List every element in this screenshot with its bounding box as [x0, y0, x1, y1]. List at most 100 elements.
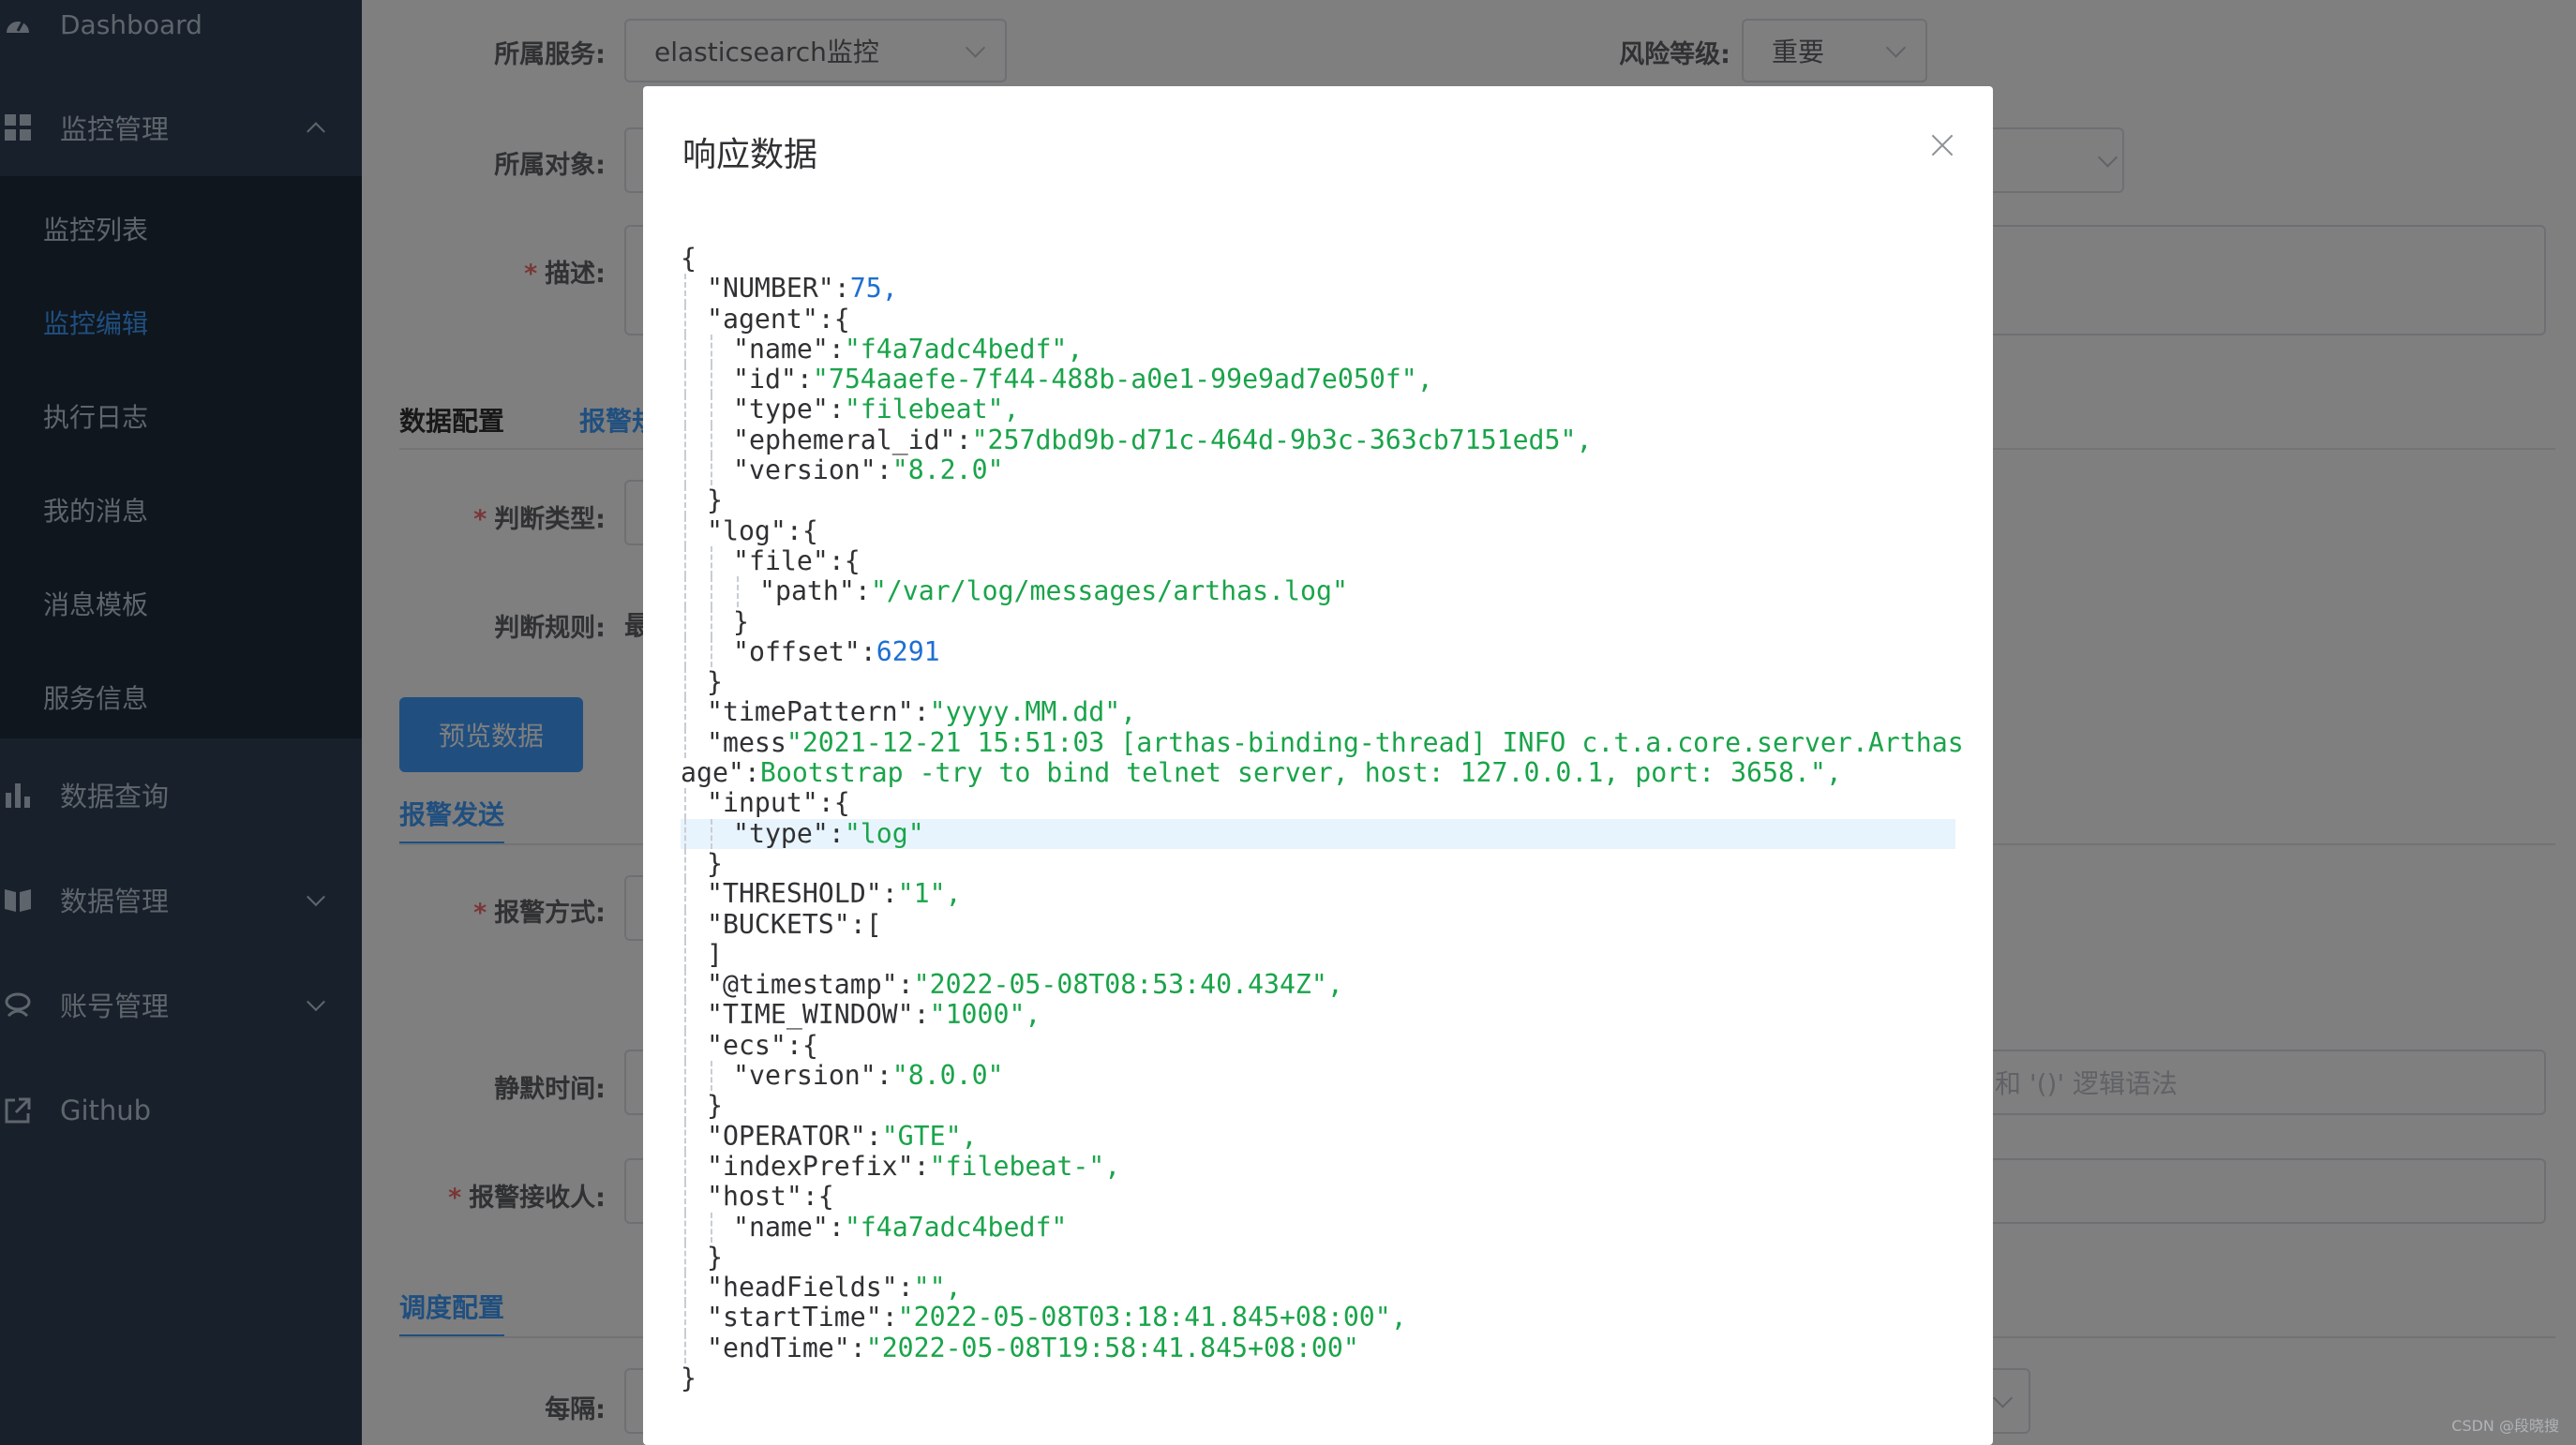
json-line: "version":"8.2.0" [681, 454, 1955, 486]
json-key: "name" [733, 1211, 829, 1243]
json-line-content: "type":"log" [733, 817, 924, 849]
json-line: "@timestamp":"2022-05-08T08:53:40.434Z", [681, 969, 1955, 1001]
json-punct: } [707, 666, 723, 698]
json-string: "754aaefe-7f44-488b-a0e1-99e9ad7e050f", [812, 364, 1433, 395]
json-line-content: "path":"/var/log/messages/arthas.log" [759, 576, 1348, 606]
json-line: "id":"754aaefe-7f44-488b-a0e1-99e9ad7e05… [681, 365, 1955, 395]
json-punct: } [707, 484, 723, 516]
json-punct: :{ [786, 1029, 818, 1061]
indent-guide [684, 455, 686, 486]
json-string: "1000", [929, 999, 1041, 1031]
json-line: } [681, 1091, 1955, 1122]
json-key: "input" [707, 787, 818, 819]
json-string: "yyyy.MM.dd", [929, 696, 1137, 728]
json-key: "path" [759, 575, 855, 607]
json-line-content: "id":"754aaefe-7f44-488b-a0e1-99e9ad7e05… [733, 365, 1433, 395]
json-punct: : [913, 1150, 930, 1182]
json-line: "input":{ [681, 787, 1955, 819]
json-line-content: "offset":6291 [733, 635, 940, 667]
close-icon[interactable] [1924, 127, 1961, 165]
json-punct: : [796, 364, 813, 395]
json-key: "endTime" [707, 1332, 850, 1363]
indent-guide [711, 1212, 712, 1243]
json-key: "timePattern" [707, 696, 914, 728]
json-line-content: "BUCKETS":[ [707, 909, 882, 940]
indent-guide [684, 334, 686, 365]
json-key: "agent" [707, 303, 818, 335]
indent-guide [684, 697, 686, 728]
indent-guide [711, 606, 712, 637]
json-line-content: "timePattern":"yyyy.MM.dd", [707, 697, 1136, 727]
json-line-content: "ecs":{ [707, 1029, 818, 1061]
indent-guide [684, 909, 686, 940]
json-line-content: "startTime":"2022-05-08T03:18:41.845+08:… [707, 1303, 1407, 1333]
json-line: { [681, 243, 1955, 274]
json-key: "type" [733, 394, 829, 425]
json-punct: : [876, 454, 892, 486]
json-line: "endTime":"2022-05-08T19:58:41.845+08:00… [681, 1333, 1955, 1363]
json-line: "ecs":{ [681, 1029, 1955, 1062]
json-line: "file":{ [681, 545, 1955, 577]
json-line-content: "@timestamp":"2022-05-08T08:53:40.434Z", [707, 969, 1343, 1001]
json-key: "id" [733, 364, 797, 395]
json-key: age" [681, 757, 744, 789]
json-line: "mess"2021-12-21 15:51:03 [arthas-bindin… [681, 726, 1964, 759]
indent-guide [684, 395, 686, 425]
json-key: "headFields" [707, 1272, 898, 1303]
indent-guide [684, 576, 686, 607]
json-punct: : [881, 1302, 898, 1333]
json-punct: : [897, 969, 914, 1001]
indent-guide [684, 1000, 686, 1031]
json-line: "log":{ [681, 515, 1955, 546]
json-key: "host" [707, 1181, 802, 1213]
json-key: "THRESHOLD" [707, 878, 882, 910]
json-line: "BUCKETS":[ [681, 909, 1955, 940]
json-line-content: } [707, 667, 723, 697]
json-punct: : [897, 1272, 914, 1303]
indent-guide [711, 636, 712, 668]
json-key: "mess [707, 726, 786, 758]
json-number: , [881, 273, 898, 305]
json-string: "1", [897, 878, 962, 910]
json-line: "agent":{ [681, 303, 1955, 335]
indent-guide [684, 939, 686, 971]
json-line-content: "name":"f4a7adc4bedf" [733, 1211, 1067, 1243]
json-punct: } [707, 1241, 723, 1273]
json-string: "2022-05-08T03:18:41.845+08:00", [897, 1302, 1407, 1333]
json-line: "name":"f4a7adc4bedf" [681, 1211, 1955, 1243]
json-line: "THRESHOLD":"1", [681, 878, 1955, 910]
indent-guide [711, 545, 712, 577]
indent-guide [684, 1273, 686, 1303]
json-string: "2022-05-08T08:53:40.434Z", [913, 969, 1343, 1001]
indent-guide [684, 970, 686, 1001]
json-punct: :{ [817, 303, 850, 335]
json-line: "headFields":"", [681, 1272, 1955, 1303]
json-line-content: "version":"8.2.0" [733, 454, 1004, 486]
json-viewer: {"NUMBER":75, "agent":{"name":"f4a7adc4be… [681, 243, 1964, 1393]
indent-guide [684, 667, 686, 698]
indent-guide [684, 1303, 686, 1333]
json-line: "TIME_WINDOW":"1000", [681, 999, 1955, 1031]
json-key: "offset" [733, 635, 861, 667]
json-punct: : [828, 1211, 845, 1243]
json-string: "f4a7adc4bedf", [844, 333, 1084, 365]
json-line: } [681, 484, 1955, 516]
json-line-content: } [707, 1091, 723, 1121]
response-data-dialog: 响应数据 {"NUMBER":75, "agent":{"name":"f4a7a… [643, 86, 1993, 1445]
json-string: "2021-12-21 15:51:03 [arthas-binding-thr… [786, 726, 1964, 758]
json-punct: } [707, 847, 723, 879]
json-key: "ephemeral_id" [733, 424, 956, 455]
json-string: Bootstrap -try to bind telnet server, ho… [759, 757, 1842, 789]
json-punct: : [881, 878, 898, 910]
indent-guide [684, 1242, 686, 1274]
json-line-content: "agent":{ [707, 303, 850, 335]
json-line-content: "log":{ [707, 515, 818, 546]
json-punct: ] [707, 938, 723, 970]
json-string: "257dbd9b-d71c-464d-9b3c-363cb7151ed5", [971, 424, 1593, 455]
json-line: } [681, 606, 1955, 637]
json-string: "log" [844, 817, 924, 849]
indent-guide [684, 515, 686, 546]
json-key: "TIME_WINDOW" [707, 999, 914, 1031]
indent-guide [737, 576, 739, 607]
indent-guide [684, 1151, 686, 1183]
